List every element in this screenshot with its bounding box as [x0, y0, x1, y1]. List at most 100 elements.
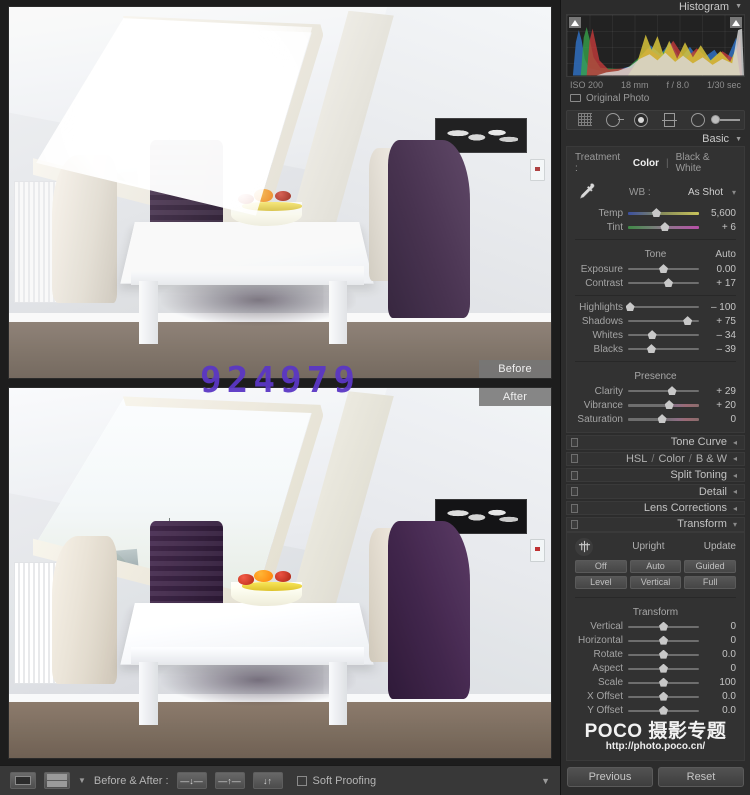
slider-knob[interactable]	[659, 649, 668, 659]
slider-temp[interactable]: Temp 5,600	[567, 206, 744, 220]
slider-knob[interactable]	[647, 330, 657, 340]
upright-full-button[interactable]: Full	[684, 575, 737, 589]
histogram-graph[interactable]	[566, 14, 745, 77]
panel-title-hsl[interactable]: HSL	[626, 453, 647, 465]
slider-knob[interactable]	[657, 414, 667, 424]
slider-knob[interactable]	[659, 691, 668, 701]
chevron-down-icon[interactable]: ▼	[735, 3, 742, 10]
soft-proofing-checkbox[interactable]	[296, 775, 307, 786]
panel-title-bw[interactable]: B & W	[696, 453, 727, 465]
after-pane[interactable]: After	[0, 385, 560, 766]
panel-transform-header[interactable]: Transform ▾	[566, 517, 745, 532]
toolbar-options-chevron-icon[interactable]: ▼	[541, 776, 550, 786]
basic-panel-header[interactable]: Basic ▼	[561, 132, 750, 146]
chevron-collapsed-icon[interactable]: ◂	[733, 504, 737, 513]
slider-knob[interactable]	[667, 386, 677, 396]
slider-tint[interactable]: Tint + 6	[567, 220, 744, 234]
slider-saturation[interactable]: Saturation 0	[567, 412, 744, 426]
panel-tone-curve[interactable]: Tone Curve ◂	[566, 435, 745, 450]
chevron-collapsed-icon[interactable]: ◂	[733, 454, 737, 463]
swap-before-after-button[interactable]: ↓↑	[252, 772, 283, 789]
panel-hsl-color-bw[interactable]: HSL / Color / B & W ◂	[566, 451, 745, 466]
crop-overlay-tool[interactable]	[576, 111, 594, 129]
slider-x-offset[interactable]: X Offset 0.0	[567, 690, 744, 704]
spot-removal-tool[interactable]	[604, 111, 625, 129]
slider-knob[interactable]	[651, 208, 661, 218]
slider-knob[interactable]	[663, 278, 673, 288]
original-photo-row[interactable]: Original Photo	[561, 91, 750, 108]
slider-blacks[interactable]: Blacks – 39	[567, 342, 744, 356]
slider-knob[interactable]	[659, 264, 668, 274]
upright-level-button[interactable]: Level	[575, 575, 627, 589]
upright-guided-button[interactable]: Guided	[684, 559, 737, 573]
slider-shadows[interactable]: Shadows + 75	[567, 314, 744, 328]
before-photo[interactable]: Before	[8, 6, 552, 379]
upright-auto-button[interactable]: Auto	[629, 559, 682, 573]
slider-exposure[interactable]: Exposure 0.00	[567, 262, 744, 276]
slider-highlights[interactable]: Highlights – 100	[567, 300, 744, 314]
white-balance-selector-icon[interactable]	[575, 181, 597, 203]
previous-button[interactable]: Previous	[567, 767, 653, 788]
panel-title-color[interactable]: Color	[658, 453, 684, 465]
slider-whites[interactable]: Whites – 34	[567, 328, 744, 342]
upright-guided-icon[interactable]	[575, 537, 593, 556]
slider-clarity[interactable]: Clarity + 29	[567, 384, 744, 398]
panel-split-toning[interactable]: Split Toning ◂	[566, 467, 745, 483]
panel-switch-icon[interactable]	[571, 487, 578, 497]
slider-vertical[interactable]: Vertical 0	[567, 620, 744, 634]
slider-horizontal[interactable]: Horizontal 0	[567, 634, 744, 648]
before-pane[interactable]: Before 924979	[0, 0, 560, 401]
red-eye-correction-tool[interactable]	[632, 111, 650, 129]
upright-off-button[interactable]: Off	[575, 559, 627, 573]
panel-detail[interactable]: Detail ◂	[566, 484, 745, 499]
slider-aspect[interactable]: Aspect 0	[567, 662, 744, 676]
copy-before-to-after-button[interactable]: ―↑―	[214, 772, 245, 789]
before-after-view-button[interactable]	[44, 772, 70, 789]
slider-knob[interactable]	[659, 621, 668, 631]
panel-switch-icon[interactable]	[571, 470, 578, 480]
panel-switch-icon[interactable]	[571, 503, 578, 513]
panel-lens-corrections[interactable]: Lens Corrections ◂	[566, 500, 745, 516]
upright-update-button[interactable]: Update	[704, 541, 736, 552]
slider-knob[interactable]	[659, 663, 668, 673]
slider-knob[interactable]	[659, 677, 668, 687]
panel-switch-icon[interactable]	[571, 519, 578, 529]
slider-vibrance[interactable]: Vibrance + 20	[567, 398, 744, 412]
after-photo[interactable]: After	[8, 386, 552, 759]
wb-preset-value[interactable]: As Shot	[688, 187, 723, 198]
loupe-view-button[interactable]	[10, 772, 36, 789]
copy-after-to-before-button[interactable]: ―↓―	[176, 772, 207, 789]
slider-scale[interactable]: Scale 100	[567, 676, 744, 690]
treatment-black-white-option[interactable]: Black & White	[676, 152, 736, 174]
chevron-collapsed-icon[interactable]: ◂	[733, 487, 737, 496]
slider-value: 0	[730, 635, 736, 647]
upright-vertical-button[interactable]: Vertical	[629, 575, 682, 589]
slider-knob[interactable]	[625, 302, 635, 312]
radial-filter-tool[interactable]	[689, 111, 707, 129]
chevron-down-icon[interactable]: ▼	[735, 136, 742, 143]
histogram-header[interactable]: Histogram ▼	[561, 0, 750, 14]
graduated-filter-tool[interactable]	[661, 111, 679, 129]
panel-switch-icon[interactable]	[571, 454, 578, 464]
slider-knob[interactable]	[660, 222, 670, 232]
slider-rotate[interactable]: Rotate 0.0	[567, 648, 744, 662]
chevron-down-icon[interactable]: ▼	[78, 776, 86, 785]
panel-switch-icon[interactable]	[571, 437, 578, 447]
slider-knob[interactable]	[646, 344, 656, 354]
treatment-color-option[interactable]: Color	[633, 158, 659, 169]
slider-knob[interactable]	[659, 635, 668, 645]
adjustment-brush-tool[interactable]	[711, 111, 741, 129]
slider-knob[interactable]	[659, 705, 668, 715]
reset-button[interactable]: Reset	[658, 767, 744, 788]
slider-contrast[interactable]: Contrast + 17	[567, 276, 744, 290]
slider-y-offset[interactable]: Y Offset 0.0	[567, 704, 744, 718]
slider-knob[interactable]	[664, 400, 674, 410]
slider-knob[interactable]	[683, 316, 693, 326]
chevron-collapsed-icon[interactable]: ◂	[733, 471, 737, 480]
wb-label: WB :	[629, 186, 651, 198]
photo-icon	[570, 94, 581, 103]
chevron-down-icon[interactable]: ▾	[733, 520, 737, 529]
chevron-collapsed-icon[interactable]: ◂	[733, 438, 737, 447]
chevron-down-icon[interactable]: ▾	[732, 188, 736, 197]
auto-tone-button[interactable]: Auto	[715, 249, 736, 260]
